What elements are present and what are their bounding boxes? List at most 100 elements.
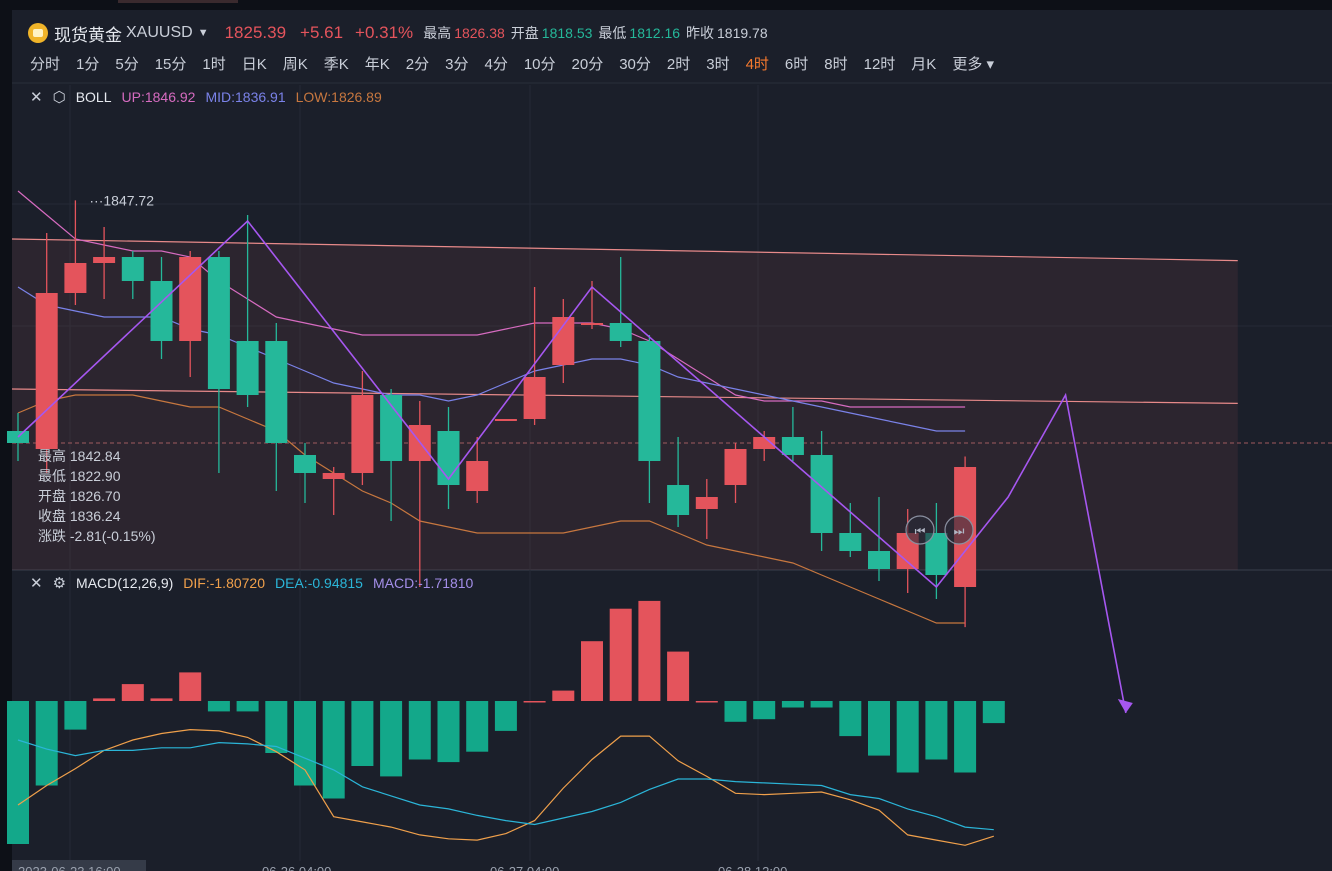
period-6[interactable]: 日K <box>242 53 267 74</box>
close-icon[interactable]: ✕ <box>30 574 43 592</box>
candle-body-21 <box>581 323 603 325</box>
x-axis-label-4: 06-28 12:00 <box>718 864 787 871</box>
candlestick-chart[interactable]: ···1847.72 ⏮ ⏭ 2023-06-23 16:00 06-26 04:00 0… <box>0 0 1332 871</box>
ohlc-low: 最低 1822.90 <box>38 468 121 484</box>
candle-body-12 <box>322 473 345 479</box>
candle-body-6 <box>150 281 173 341</box>
period-9[interactable]: 年K <box>365 53 390 74</box>
macd-bar-28 <box>781 701 804 708</box>
candle-body-13 <box>351 395 374 473</box>
prev-bar-icon-glyph: ⏮ <box>915 524 926 538</box>
period-12[interactable]: 4分 <box>484 53 507 74</box>
period-15[interactable]: 30分 <box>619 53 651 74</box>
high-label: 最高 <box>423 25 452 41</box>
macd-bar-34 <box>954 701 977 773</box>
instrument-symbol[interactable]: XAUUSD <box>126 24 193 42</box>
macd-bar-21 <box>581 641 603 701</box>
chevron-down-icon[interactable]: ▼ <box>198 27 209 39</box>
gear-icon[interactable]: ⚙ <box>53 574 66 592</box>
candle-body-18 <box>494 419 517 421</box>
period-selector: 分时 1分 5分 15分 1时 日K 周K 季K 年K 2分 3分 4分 10分 20分 30分 2时 3时 4时… <box>30 52 1010 74</box>
high-value: 1826.38 <box>454 25 505 41</box>
boll-name: BOLL <box>75 89 112 105</box>
ohlc-tooltip: 最高 1842.84 最低 1822.90 开盘 1826.70 收盘 1836… <box>38 446 155 546</box>
macd-bar-3 <box>64 701 87 730</box>
period-19[interactable]: 6时 <box>785 53 808 74</box>
close-icon[interactable]: ✕ <box>30 88 43 106</box>
macd-bar-24 <box>667 651 690 701</box>
macd-bar-6 <box>150 698 173 701</box>
candle-body-2 <box>35 293 58 449</box>
candle-body-7 <box>179 257 202 341</box>
period-3[interactable]: 5分 <box>115 53 138 74</box>
macd-bar-22 <box>609 608 632 701</box>
low-label: 最低 <box>598 25 627 41</box>
period-4[interactable]: 15分 <box>155 53 187 74</box>
ohlc-close: 收盘 1836.24 <box>38 508 121 524</box>
low-value: 1812.16 <box>629 25 681 41</box>
candle-body-5 <box>121 257 144 281</box>
macd-dea-line <box>17 739 994 831</box>
macd-bar-2 <box>35 701 58 786</box>
macd-bar-14 <box>380 701 403 777</box>
period-20[interactable]: 8时 <box>824 53 847 74</box>
macd-bar-13 <box>351 701 374 766</box>
candle-body-17 <box>466 461 489 491</box>
candle-body-19 <box>523 377 546 419</box>
boll-up: UP:1846.92 <box>121 89 196 105</box>
macd-bar-12 <box>322 701 345 799</box>
x-axis-label-2: 06-26 04:00 <box>262 864 331 871</box>
macd-bar-17 <box>466 701 489 752</box>
macd-bar-30 <box>839 701 862 737</box>
candle-body-23 <box>638 341 661 461</box>
period-22[interactable]: 月K <box>911 53 936 74</box>
macd-dea: DEA:-0.94815 <box>275 575 363 591</box>
period-13[interactable]: 10分 <box>524 53 556 74</box>
macd-value: MACD:-1.71810 <box>372 575 474 591</box>
period-11[interactable]: 3分 <box>445 53 468 74</box>
zigzag-arrow-head <box>1117 699 1133 713</box>
period-16[interactable]: 2时 <box>667 53 690 74</box>
instrument-name[interactable]: 现货黄金 <box>54 21 122 46</box>
period-14[interactable]: 20分 <box>572 53 604 74</box>
candle-body-9 <box>236 341 259 395</box>
candle-body-11 <box>294 455 316 473</box>
macd-bar-9 <box>236 701 259 712</box>
x-axis-label-3: 06-27 04:00 <box>490 864 559 871</box>
macd-dif: DIF:-1.80720 <box>183 575 266 591</box>
boll-low: LOW:1826.89 <box>295 89 382 105</box>
period-18[interactable]: 4时 <box>746 53 769 74</box>
period-7[interactable]: 周K <box>283 53 308 74</box>
candle-body-8 <box>207 257 230 389</box>
ohlc-change: 涨跌 -2.81(-0.15%) <box>38 528 156 544</box>
symbol-header: 现货黄金 XAUUSD ▼ 1825.39 +5.61 +0.31% 最高 18… <box>28 20 774 46</box>
macd-bar-23 <box>638 600 661 701</box>
gold-coin-icon <box>28 23 48 43</box>
period-1[interactable]: 分时 <box>30 53 60 74</box>
period-5[interactable]: 1时 <box>202 53 225 74</box>
candle-body-26 <box>724 449 747 485</box>
x-axis-label-1: 2023-06-23 16:00 <box>18 864 121 871</box>
period-17[interactable]: 3时 <box>706 53 729 74</box>
period-21[interactable]: 12时 <box>864 53 896 74</box>
settings-hexagon-icon[interactable]: ⬡ <box>53 88 66 106</box>
period-10[interactable]: 2分 <box>406 53 429 74</box>
macd-bar-32 <box>896 701 919 773</box>
period-2[interactable]: 1分 <box>76 53 99 74</box>
period-23[interactable]: 更多 ▾ <box>952 53 994 74</box>
macd-bar-5 <box>121 684 144 701</box>
macd-bar-15 <box>408 701 431 760</box>
macd-dif-line <box>17 728 994 846</box>
macd-bar-25 <box>695 701 718 703</box>
prev-close-label: 昨收 <box>686 25 715 41</box>
macd-bar-29 <box>810 701 833 708</box>
macd-name: MACD(12,26,9) <box>76 575 174 591</box>
price-change-pct: +0.31% <box>355 23 414 42</box>
candle-body-31 <box>868 551 890 569</box>
last-price: 1825.39 <box>224 23 287 42</box>
macd-bar-27 <box>753 701 776 720</box>
macd-bar-35 <box>982 701 1005 724</box>
period-8[interactable]: 季K <box>324 53 349 74</box>
candle-body-10 <box>265 341 288 443</box>
macd-bar-31 <box>868 701 890 756</box>
